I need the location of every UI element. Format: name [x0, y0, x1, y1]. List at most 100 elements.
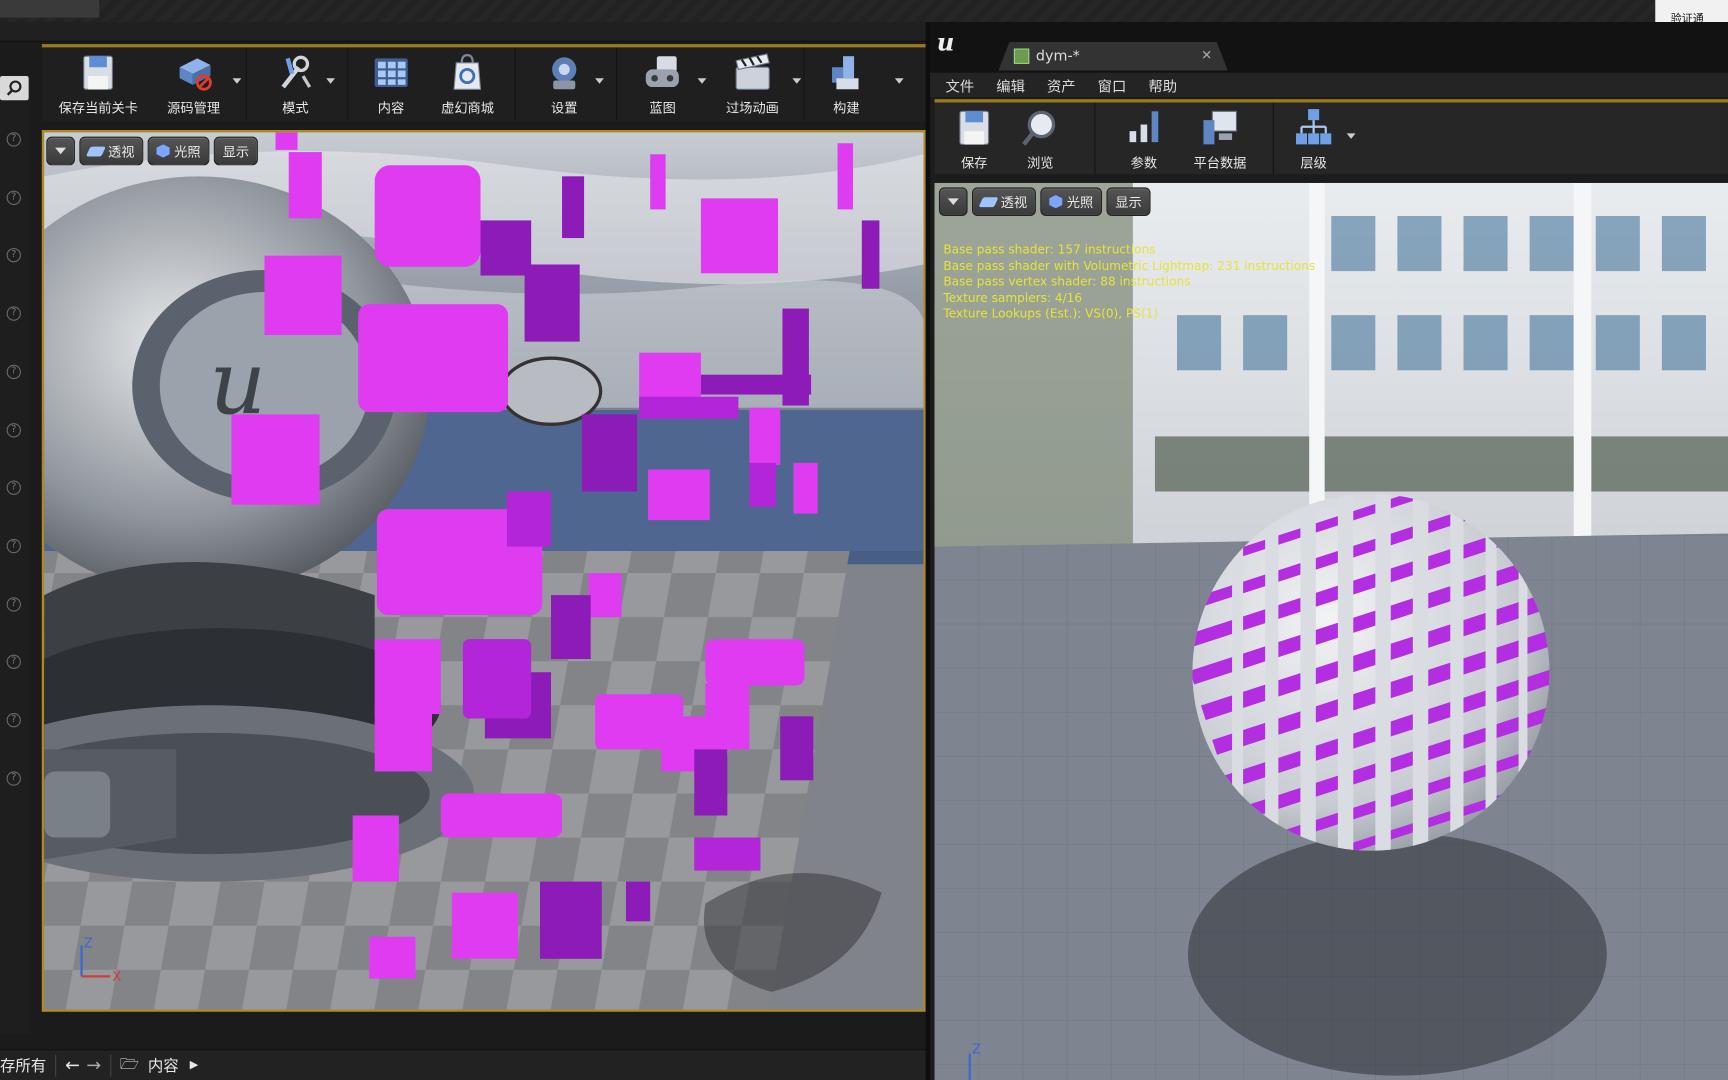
source-control-label: 源码管理	[167, 100, 221, 116]
modes-button[interactable]: 模式	[253, 47, 337, 120]
help-icon[interactable]: ?	[6, 538, 21, 554]
menu-help[interactable]: 帮助	[1148, 74, 1177, 96]
axis-z-label: Z	[84, 937, 93, 952]
toolbar-group-hierarchy: 层级	[1274, 102, 1369, 175]
content-icon	[374, 58, 408, 88]
blueprint-icon	[646, 56, 680, 88]
menu-edit[interactable]: 编辑	[996, 74, 1025, 96]
content-button[interactable]: 内容	[355, 47, 427, 120]
material-preview-viewport[interactable]: Z 透视 光照 显示 Base pass shader: 157 instruc…	[934, 182, 1728, 1080]
marketplace-label: 虚幻商城	[441, 100, 495, 116]
preview-perspective-button[interactable]: 透视	[972, 187, 1036, 217]
level-viewport[interactable]: u Z X 透视 光照 显示	[41, 130, 926, 1012]
material-tab[interactable]: dym-* ✕	[998, 41, 1228, 71]
lit-button[interactable]: 光照	[147, 136, 210, 166]
shader-stats-overlay: Base pass shader: 157 instructions Base …	[943, 242, 1315, 322]
content-label: 内容	[377, 100, 405, 116]
help-icon[interactable]: ?	[6, 597, 21, 612]
save-label: 保存	[960, 155, 988, 171]
hierarchy-label: 层级	[1300, 155, 1327, 171]
chevron-down-icon[interactable]	[1346, 133, 1356, 139]
source-control-button[interactable]: 源码管理	[148, 47, 242, 120]
divider	[109, 1054, 112, 1077]
material-tab-title: dym-*	[1035, 47, 1080, 65]
modes-label: 模式	[282, 100, 309, 116]
preview-axis-z-label: Z	[972, 1043, 981, 1058]
save-all-button[interactable]: 存所有	[0, 1054, 46, 1076]
parameters-icon	[1129, 111, 1159, 143]
stats-line: Base pass shader: 157 instructions	[943, 242, 1156, 257]
toolbar-group-stats: 参数 平台数据	[1104, 102, 1274, 176]
parameters-button[interactable]: 参数	[1111, 102, 1177, 175]
background-tab[interactable]	[0, 0, 100, 18]
show-label: 显示	[222, 143, 250, 160]
blueprints-button[interactable]: 蓝图	[624, 47, 706, 120]
forward-arrow-icon[interactable]: →	[86, 1055, 101, 1076]
platform-stats-label: 平台数据	[1193, 155, 1247, 171]
material-editor-toolbar: 保存 浏览 参数 平台数据 层级	[934, 99, 1728, 176]
preview-show-button[interactable]: 显示	[1106, 187, 1151, 217]
help-icon[interactable]: ?	[6, 480, 21, 495]
perspective-button[interactable]: 透视	[79, 136, 144, 166]
chevron-down-icon[interactable]	[792, 78, 802, 84]
marketplace-button[interactable]: 虚幻商城	[427, 47, 508, 120]
hierarchy-button[interactable]: 层级	[1281, 102, 1356, 175]
hierarchy-icon	[1296, 109, 1332, 145]
viewport-options-button[interactable]	[46, 136, 75, 166]
back-arrow-icon[interactable]: ←	[65, 1055, 80, 1076]
chevron-down-icon[interactable]	[232, 78, 242, 84]
preview-lit-button[interactable]: 光照	[1040, 187, 1103, 217]
save-icon	[83, 55, 114, 90]
save-button[interactable]: 保存	[941, 102, 1007, 175]
platform-stats-button[interactable]: 平台数据	[1177, 102, 1263, 175]
perspective-label: 透视	[108, 143, 135, 160]
chevron-right-icon[interactable]: ▶	[190, 1059, 198, 1071]
unreal-logo-icon: u	[936, 28, 955, 58]
level-viewport-scene: u Z X	[44, 132, 924, 1010]
content-path-label[interactable]: 内容	[148, 1054, 179, 1076]
material-icon	[1013, 48, 1030, 64]
cinematics-button[interactable]: 过场动画	[708, 47, 802, 120]
chevron-down-icon[interactable]	[697, 78, 706, 84]
help-icon[interactable]: ?	[6, 771, 21, 786]
help-icon[interactable]: ?	[6, 364, 21, 380]
help-icon[interactable]: ?	[6, 713, 21, 728]
viewport-toolbar: 透视 光照 显示	[46, 136, 258, 166]
save-current-level-button[interactable]: 保存当前关卡	[48, 47, 148, 120]
help-icon[interactable]: ?	[6, 654, 21, 669]
toolbar-group-settings: 设置	[516, 47, 618, 121]
help-icon[interactable]: ?	[6, 190, 21, 205]
search-button[interactable]	[0, 76, 29, 101]
menu-bar: 文件 编辑 资产 窗口 帮助	[930, 72, 1728, 97]
preview-options-button[interactable]	[938, 187, 968, 217]
menu-file[interactable]: 文件	[946, 74, 975, 96]
stats-line: Texture Lookups (Est.): VS(0), PS(1)	[943, 306, 1159, 321]
help-icon[interactable]: ?	[6, 132, 21, 147]
cinematics-icon	[735, 53, 770, 90]
chevron-down-icon[interactable]	[894, 78, 904, 84]
help-icon[interactable]: ?	[6, 247, 21, 263]
stats-line: Base pass vertex shader: 88 instructions	[943, 274, 1191, 289]
help-icon[interactable]: ?	[6, 306, 21, 321]
chevron-down-icon[interactable]	[326, 78, 336, 84]
perspective-icon	[978, 196, 999, 207]
browse-button[interactable]: 浏览	[1007, 102, 1073, 175]
material-editor-titlebar: u dym-* ✕	[930, 22, 1728, 73]
stats-line: Base pass shader with Volumetric Lightma…	[943, 258, 1316, 273]
toolbar-group-save: 保存当前关卡 源码管理	[42, 47, 247, 121]
close-icon[interactable]: ✕	[1201, 47, 1212, 62]
preview-lit-label: 光照	[1066, 194, 1094, 210]
menu-asset[interactable]: 资产	[1047, 74, 1076, 96]
build-button[interactable]: 构建	[811, 47, 882, 120]
chevron-down-icon[interactable]	[595, 78, 604, 84]
show-button[interactable]: 显示	[213, 136, 258, 166]
platform-stats-icon	[1203, 110, 1238, 145]
settings-button[interactable]: 设置	[522, 47, 606, 120]
help-icon[interactable]: ?	[6, 423, 21, 438]
modes-sidebar: ? ? ? ? ? ? ? ? ? ? ? ?	[0, 74, 31, 1034]
cinematics-label: 过场动画	[726, 100, 779, 116]
preview-viewport-toolbar: 透视 光照 显示	[938, 187, 1151, 217]
material-editor-window: u dym-* ✕ 文件 编辑 资产 窗口 帮助 保存 浏览 参数 平台数据 层…	[925, 22, 1728, 1080]
chevron-down-icon	[55, 147, 67, 155]
menu-window[interactable]: 窗口	[1098, 74, 1127, 96]
